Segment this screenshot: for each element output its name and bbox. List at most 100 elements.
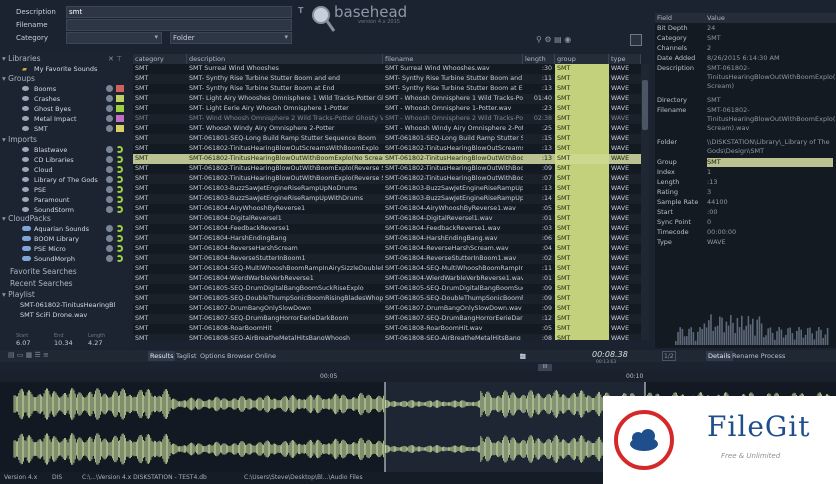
table-row[interactable]: SMT SMT- Light Airy Whooshes Omnisphere 1… [133, 94, 641, 104]
detail-value[interactable]: :13 [707, 178, 833, 187]
sidebar-section-playlist[interactable]: ▾ Playlist [2, 290, 35, 300]
detail-value[interactable]: SMT [707, 96, 833, 105]
sidebar-item-cloudpack[interactable]: BOOM Library [2, 234, 130, 244]
tab-browser[interactable]: Browser [227, 351, 253, 361]
sidebar-item-cloudpack[interactable]: PSE Micro [2, 244, 130, 254]
table-row[interactable]: SMT SMT- Light Eerie Airy Whoosh Omnisphe… [133, 104, 641, 114]
table-row[interactable]: SMT SMT Surreal Wind Whooshes SMT Surreal … [133, 64, 641, 74]
refresh-icon[interactable] [116, 196, 123, 203]
table-row[interactable]: SMT SMT-061804-FeedbackReverse1 SMT-061804… [133, 224, 641, 234]
robot-icon[interactable]: ⚙ [544, 35, 551, 44]
sidebar-section-cloudpacks[interactable]: ▾ CloudPacks [2, 214, 51, 224]
detail-value[interactable]: 3 [707, 188, 833, 197]
visibility-toggle-icon[interactable] [106, 186, 113, 193]
detail-value[interactable]: 1 [707, 168, 833, 177]
refresh-icon[interactable] [116, 245, 123, 252]
col-header-category[interactable]: category [133, 54, 187, 64]
detail-value[interactable]: WAVE [707, 238, 833, 247]
detail-value[interactable]: 00:00:00 [707, 228, 833, 237]
category-select[interactable]: ▾ [66, 32, 162, 44]
run-icon[interactable]: ⚲ [536, 35, 542, 44]
refresh-icon[interactable] [116, 255, 123, 262]
playhead-marker[interactable]: III [538, 364, 552, 371]
playlist-item[interactable]: SMT SciFi Drone.wav [8, 310, 136, 320]
filename-input[interactable] [66, 19, 292, 31]
visibility-toggle-icon[interactable] [106, 105, 113, 112]
layout-toggle-icon[interactable] [630, 34, 642, 46]
visibility-toggle-icon[interactable] [106, 235, 113, 242]
table-row[interactable]: SMT SMT-061804-SEQ-MultiWhooshBoomRampInA… [133, 264, 641, 274]
sidebar-item-import[interactable]: Cloud [2, 165, 130, 175]
next-icon[interactable]: ⏭ [520, 351, 526, 361]
eye-icon[interactable] [22, 207, 29, 212]
col-header-description[interactable]: description [187, 54, 383, 64]
table-row[interactable]: SMT SMT-061802-TinitusHearingBlowOutWithB… [133, 164, 641, 174]
eye-icon[interactable] [22, 147, 29, 152]
color-swatch[interactable] [116, 125, 124, 132]
sidebar-item-group[interactable]: SMT [2, 124, 130, 134]
status-database[interactable]: C:\...\Version 4.x DISKSTATION - TEST4.d… [82, 472, 207, 484]
table-row[interactable]: SMT SMT- Synthy Rise Turbine Stutter Boom… [133, 74, 641, 84]
detail-value[interactable]: SMT-061802- TinitusHearingBlowOutWithBoo… [707, 106, 836, 133]
refresh-icon[interactable] [116, 235, 123, 242]
table-row[interactable]: SMT SMT-061802-TinitusHearingBlowOutWithB… [133, 154, 641, 164]
color-swatch[interactable] [116, 115, 124, 122]
table-row[interactable]: SMT SMT-061801-SEQ-Long Build Ramp Stutte… [133, 134, 641, 144]
refresh-icon[interactable] [116, 186, 123, 193]
detail-value[interactable]: 8/26/2015 6:14:30 AM [707, 54, 833, 63]
visibility-toggle-icon[interactable] [106, 95, 113, 102]
col-header-type[interactable]: type [609, 54, 641, 64]
visibility-toggle-icon[interactable] [106, 156, 113, 163]
sidebar-section-groups[interactable]: ▾ Groups [2, 74, 35, 84]
eye-icon[interactable] [22, 96, 29, 101]
sidebar-item-cloudpack[interactable]: Aquarian Sounds [2, 224, 130, 234]
visibility-toggle-icon[interactable] [106, 225, 113, 232]
col-header-group[interactable]: group [555, 54, 609, 64]
eye-icon[interactable] [22, 167, 29, 172]
visibility-toggle-icon[interactable] [106, 196, 113, 203]
table-row[interactable]: SMT SMT-061804-ReverseHarshScream SMT-0618… [133, 244, 641, 254]
table-row[interactable]: SMT SMT-061804-DigitalReversel1 SMT-061804… [133, 214, 641, 224]
playlist-item[interactable]: SMT-061802-TinitusHearingBl [8, 300, 136, 310]
table-row[interactable]: SMT SMT- Synthy Rise Turbine Stutter Boom… [133, 84, 641, 94]
sidebar-item-import[interactable]: Library of The Gods [2, 175, 130, 185]
refresh-icon[interactable] [116, 225, 123, 232]
detail-value[interactable]: SMT-061802- TinitusHearingBlowOutWithBoo… [707, 64, 836, 91]
tab-online[interactable]: Online [255, 351, 276, 361]
color-swatch[interactable] [116, 85, 124, 92]
eye-icon[interactable] [22, 106, 29, 111]
table-row[interactable]: SMT SMT-061804-AiryWhooshByReverse1 SMT-06… [133, 204, 641, 214]
detail-value[interactable]: 24 [707, 24, 833, 33]
table-row[interactable]: SMT SMT-061808-RoarBoomHit SMT-061808-Roar… [133, 324, 641, 334]
col-header-filename[interactable]: filename [383, 54, 523, 64]
sidebar-section-favorite-searches[interactable]: Favorite Searches [2, 267, 77, 277]
table-row[interactable]: SMT SMT-061807-SEQ-DrumBangHorrorEerieDar… [133, 314, 641, 324]
visibility-toggle-icon[interactable] [106, 255, 113, 262]
detail-value[interactable]: :00 [707, 208, 833, 217]
table-row[interactable]: SMT SMT-061807-DrumBangOnlySlowDown SMT-06… [133, 304, 641, 314]
tab-taglist[interactable]: Taglist [176, 351, 197, 361]
table-row[interactable]: SMT SMT-061803-BuzzSawJetEngineRiseRampUp… [133, 194, 641, 204]
detail-value[interactable]: SMT [707, 158, 833, 167]
detail-value[interactable]: 44100 [707, 198, 833, 207]
table-row[interactable]: SMT SMT-061804-HarshEndingBang SMT-061804-… [133, 234, 641, 244]
visibility-toggle-icon[interactable] [106, 245, 113, 252]
sidebar-item-import[interactable]: Paramount [2, 195, 130, 205]
table-row[interactable]: SMT SMT-061803-BuzzSawJetEngineRiseRampUp… [133, 184, 641, 194]
table-row[interactable]: SMT SMT- Wind Whoosh Omnisphere 2 Wild Tr… [133, 114, 641, 124]
detail-value[interactable]: 0 [707, 218, 833, 227]
eye-icon[interactable] [22, 86, 29, 91]
eye-icon[interactable]: ◉ [564, 35, 571, 44]
detail-value[interactable]: 2 [707, 44, 833, 53]
color-swatch[interactable] [116, 95, 124, 102]
sidebar-item-group[interactable]: Metal Impact [2, 114, 130, 124]
sidebar-section-recent-searches[interactable]: Recent Searches [2, 279, 73, 289]
table-row[interactable]: SMT SMT-061805-SEQ-DoubleThumpSonicBoomRi… [133, 294, 641, 304]
visibility-toggle-icon[interactable] [106, 85, 113, 92]
table-row[interactable]: SMT SMT-061802-TinitusHearingBlowOutScrea… [133, 144, 641, 154]
refresh-icon[interactable] [116, 176, 123, 183]
eye-icon[interactable] [22, 197, 29, 202]
detail-value[interactable]: SMT [707, 34, 833, 43]
text-search-icon[interactable]: T [298, 6, 306, 15]
table-row[interactable]: SMT SMT-061805-SEQ-DrumDigitalBangBoomSuc… [133, 284, 641, 294]
